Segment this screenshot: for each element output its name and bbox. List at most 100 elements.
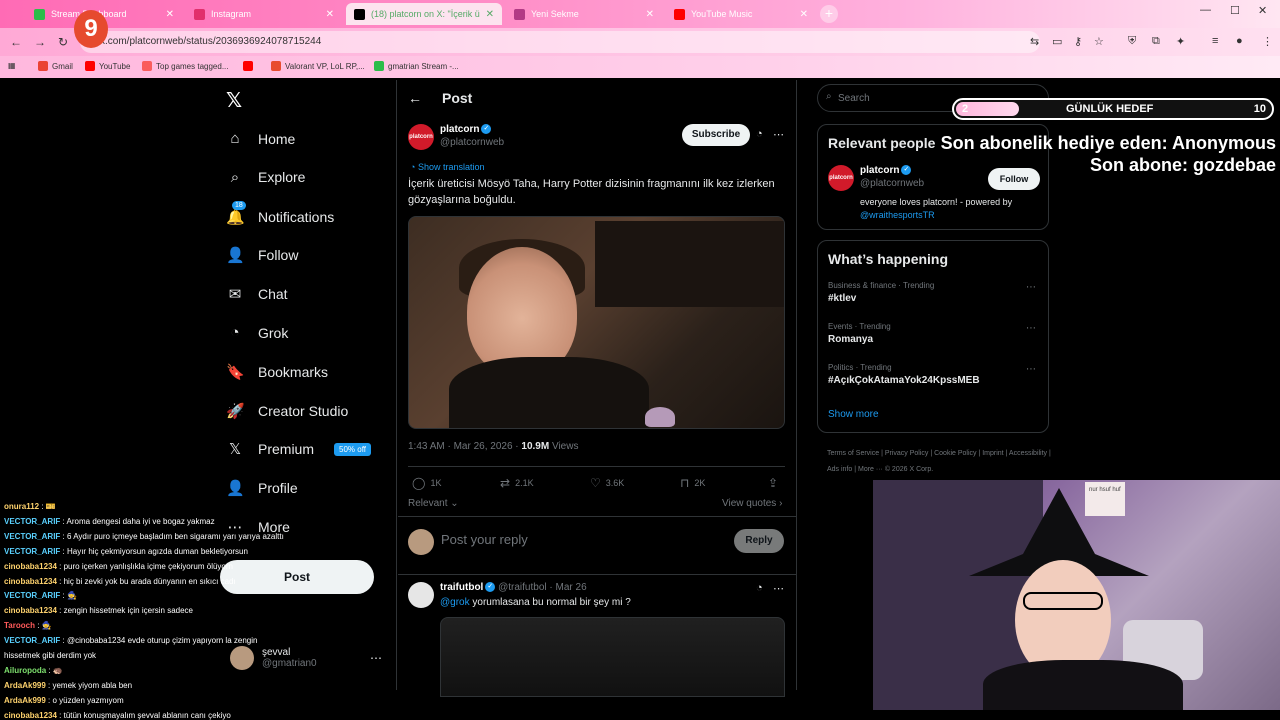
- playlist-icon[interactable]: ≡: [1212, 35, 1218, 47]
- trend-item[interactable]: Politics · Trending #AçıkÇokAtamaYok24Kps…: [828, 363, 980, 386]
- streamer-shirt: [983, 660, 1183, 710]
- nav-item-follow[interactable]: 👤 Follow: [226, 246, 298, 264]
- reload-icon[interactable]: ↻: [58, 35, 68, 49]
- grok-icon[interactable]: ◔: [756, 128, 763, 140]
- shield-icon[interactable]: ⛨: [1128, 35, 1136, 48]
- comment-media[interactable]: [440, 617, 785, 697]
- tab-title: YouTube Music: [691, 9, 753, 19]
- bookmark-label: Gmail: [52, 61, 73, 71]
- mention-link[interactable]: @grok: [440, 597, 470, 608]
- chat-text: hissetmek gibi derdim yok: [4, 651, 97, 661]
- chat-text: : puro içerken yanlışlıkla içime çekiyor…: [56, 561, 233, 571]
- bookmark-action[interactable]: ⊓ 2K: [680, 476, 705, 490]
- url-input[interactable]: x.com/platcornweb/status/203693692407871…: [80, 31, 1040, 53]
- bookmark-item[interactable]: Valorant VP, LoL RP,...: [271, 61, 365, 71]
- browser-tab[interactable]: YouTube Music ✕: [666, 3, 816, 25]
- browser-tab[interactable]: Instagram ✕: [186, 3, 342, 25]
- subscribe-button[interactable]: Subscribe: [682, 124, 750, 146]
- follow-button[interactable]: Follow: [988, 168, 1040, 190]
- post-author[interactable]: platcorn ✓ @platcornweb: [440, 124, 504, 148]
- x-logo-icon: 𝕏: [228, 441, 242, 459]
- close-window-icon[interactable]: ✕: [1258, 4, 1267, 17]
- author-handle[interactable]: @platcornweb: [440, 137, 504, 148]
- avatar[interactable]: [408, 582, 434, 608]
- sort-dropdown[interactable]: Relevant ⌄: [408, 498, 459, 509]
- nav-item-creator-studio[interactable]: 🚀 Creator Studio: [226, 402, 348, 420]
- bookmark-item[interactable]: [243, 61, 257, 71]
- glasses: [1023, 592, 1103, 610]
- person-name[interactable]: platcorn: [860, 165, 899, 176]
- bookmark-item[interactable]: YouTube: [85, 61, 130, 71]
- back-arrow-icon[interactable]: ←: [408, 90, 422, 106]
- reply-input[interactable]: Post your reply: [441, 532, 528, 547]
- nav-item-profile[interactable]: 👤 Profile: [226, 479, 298, 497]
- trend-item[interactable]: Business & finance · Trending #ktlev: [828, 281, 934, 304]
- more-icon[interactable]: ⋯: [1026, 323, 1036, 334]
- bookmark-favicon-icon: [374, 61, 384, 71]
- bio-link[interactable]: @wraithesportsTR: [860, 210, 935, 220]
- profile-avatar-icon[interactable]: ●: [1236, 35, 1243, 47]
- trend-item[interactable]: Events · Trending Romanya: [828, 322, 891, 345]
- browser-tab[interactable]: Yeni Sekme ✕: [506, 3, 662, 25]
- x-logo-icon[interactable]: 𝕏: [226, 88, 242, 113]
- page-title: Post: [442, 90, 473, 106]
- close-tab-icon[interactable]: ✕: [486, 9, 494, 20]
- reply-button[interactable]: Reply: [734, 529, 784, 553]
- star-icon[interactable]: ☆: [1094, 35, 1104, 48]
- close-tab-icon[interactable]: ✕: [166, 9, 174, 20]
- video-object: [645, 407, 675, 427]
- nav-item-bookmarks[interactable]: 🔖 Bookmarks: [226, 363, 328, 381]
- chat-text: : Aroma dengesi daha iyi ve bogaz yakmaz: [60, 516, 215, 526]
- show-translation-link[interactable]: ◔ Show translation: [410, 162, 484, 172]
- new-tab-button[interactable]: +: [820, 5, 838, 23]
- more-icon[interactable]: ⋯: [773, 582, 784, 595]
- bookmark-item[interactable]: Gmail: [38, 61, 73, 71]
- maximize-icon[interactable]: ☐: [1230, 4, 1240, 17]
- nav-item-chat[interactable]: ✉ Chat: [226, 285, 288, 303]
- share-icon[interactable]: ⇪: [768, 476, 778, 490]
- more-icon[interactable]: ⋯: [1026, 282, 1036, 293]
- view-quotes-link[interactable]: View quotes ›: [722, 498, 782, 509]
- more-icon[interactable]: ⋯: [370, 651, 382, 665]
- person-handle[interactable]: @platcornweb: [860, 178, 924, 189]
- cast-icon[interactable]: ▭: [1052, 35, 1062, 48]
- author-name[interactable]: platcorn: [440, 124, 479, 135]
- footer-links[interactable]: Terms of Service | Privacy Policy | Cook…: [827, 446, 1057, 478]
- nav-item-grok[interactable]: ◔ Grok: [226, 324, 288, 341]
- bookmark-item[interactable]: Top games tagged...: [142, 61, 229, 71]
- repost-action[interactable]: ⇄ 2.1K: [500, 476, 534, 490]
- nav-label: Notifications: [258, 208, 335, 225]
- nav-item-premium[interactable]: 𝕏 Premium 50% off: [226, 440, 371, 458]
- nav-item-explore[interactable]: ⌕ Explore: [226, 169, 306, 186]
- menu-icon[interactable]: ⋮: [1262, 35, 1273, 48]
- browser-tab[interactable]: (18) platcorn on X: "İçerik ü ✕: [346, 3, 502, 25]
- show-more-link[interactable]: Show more: [828, 409, 879, 420]
- forward-icon[interactable]: →: [34, 35, 46, 49]
- more-icon[interactable]: ⋯: [773, 128, 784, 141]
- nav-item-home[interactable]: ⌂ Home: [226, 130, 295, 147]
- close-tab-icon[interactable]: ✕: [646, 9, 654, 20]
- post-video[interactable]: [408, 216, 785, 429]
- translate-icon[interactable]: ⇆: [1030, 35, 1039, 48]
- bookmark-item[interactable]: gmatrian Stream -...: [374, 61, 459, 71]
- back-icon[interactable]: ←: [10, 35, 22, 49]
- author-avatar[interactable]: platcorn: [828, 165, 854, 191]
- verified-icon: ✓: [485, 582, 496, 593]
- grok-icon[interactable]: ◔: [756, 582, 763, 594]
- apps-icon[interactable]: ▦: [8, 61, 16, 70]
- comment-handle: @traifutbol · Mar 26: [498, 582, 587, 593]
- daily-goal-bar: 2 GÜNLÜK HEDEF 10: [952, 98, 1274, 120]
- close-tab-icon[interactable]: ✕: [326, 9, 334, 20]
- key-icon[interactable]: ⚷: [1074, 35, 1082, 48]
- like-action[interactable]: ♡ 3.6K: [590, 476, 624, 490]
- nav-label: Explore: [258, 169, 306, 186]
- puzzle-icon[interactable]: ✦: [1176, 35, 1185, 48]
- reply-action[interactable]: ◯ 1K: [412, 476, 441, 490]
- nav-item-notifications[interactable]: 🔔 18 Notifications: [226, 200, 335, 226]
- author-avatar[interactable]: platcorn: [408, 124, 434, 150]
- more-icon[interactable]: ⋯: [1026, 364, 1036, 375]
- close-tab-icon[interactable]: ✕: [800, 9, 808, 20]
- minimize-icon[interactable]: —: [1200, 4, 1211, 16]
- extension-icon[interactable]: ⧉: [1152, 35, 1160, 48]
- comment-header[interactable]: traifutbol ✓ @traifutbol · Mar 26: [440, 582, 587, 593]
